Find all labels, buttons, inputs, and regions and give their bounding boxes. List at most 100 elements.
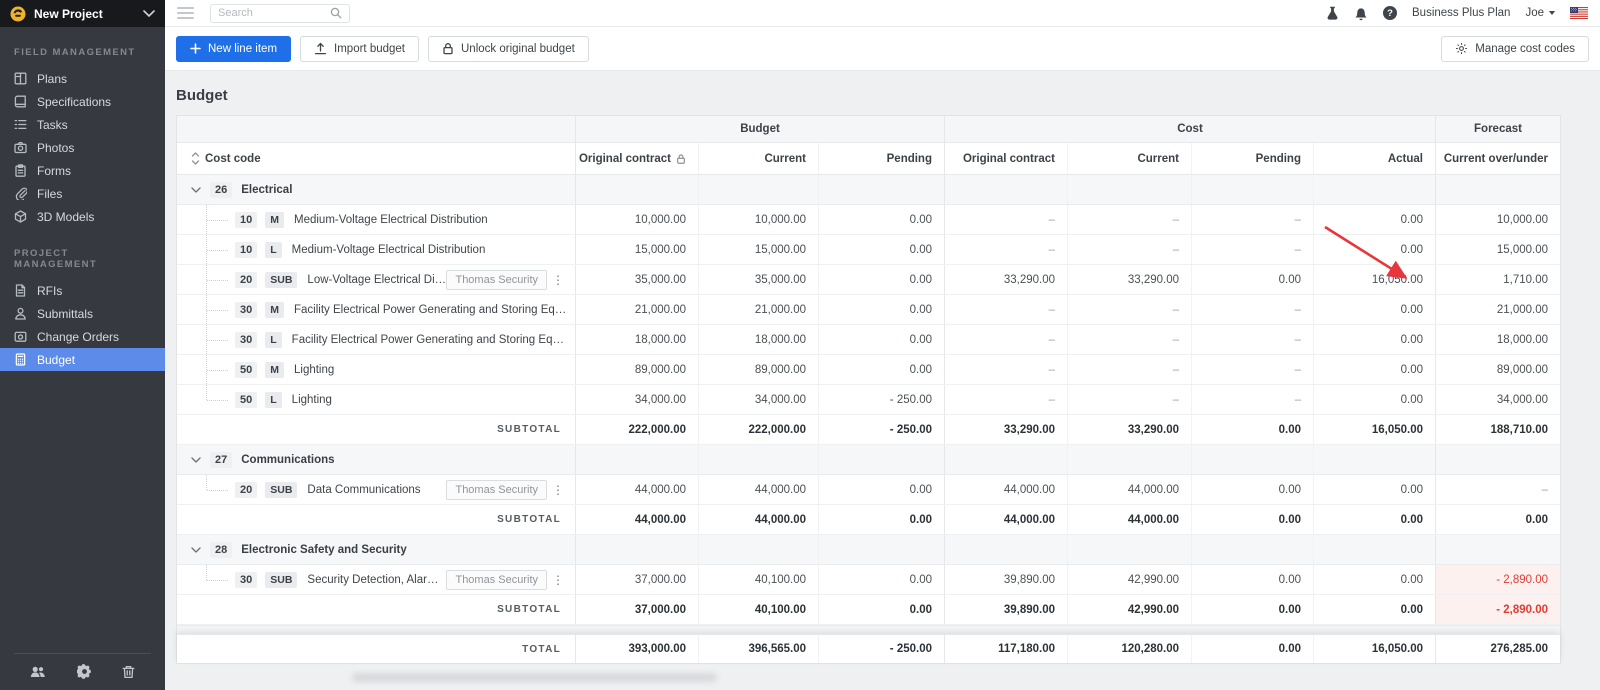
value-cell[interactable]: 44,000.00: [944, 505, 1067, 534]
column-budget-pending[interactable]: Pending: [818, 143, 944, 174]
value-cell[interactable]: 0.00: [818, 325, 944, 354]
value-cell[interactable]: 0.00: [818, 265, 944, 294]
value-cell[interactable]: 37,000.00: [575, 595, 698, 624]
value-cell[interactable]: 188,710.00: [1435, 415, 1560, 444]
value-cell[interactable]: - 2,890.00: [1435, 595, 1560, 624]
budget-line-row[interactable]: 10LMedium-Voltage Electrical Distributio…: [177, 235, 1560, 265]
value-cell[interactable]: 0.00: [1191, 565, 1313, 594]
value-cell[interactable]: 10,000.00: [698, 205, 818, 234]
manage-cost-codes-button[interactable]: Manage cost codes: [1441, 36, 1589, 62]
new-line-item-button[interactable]: New line item: [176, 36, 291, 62]
kebab-menu-icon[interactable]: ⋮: [551, 273, 565, 287]
search-input[interactable]: [218, 7, 324, 19]
sidebar-item-specifications[interactable]: Specifications: [0, 90, 165, 113]
budget-line-row[interactable]: 20SUBData CommunicationsThomas Security⋮…: [177, 475, 1560, 505]
column-cost-original-contract[interactable]: Original contract: [944, 143, 1067, 174]
value-cell[interactable]: 0.00: [1313, 205, 1435, 234]
value-cell[interactable]: 0.00: [818, 565, 944, 594]
section-header-row[interactable]: 28Electronic Safety and Security: [177, 535, 1560, 565]
value-cell[interactable]: 44,000.00: [1067, 475, 1191, 504]
value-cell[interactable]: 34,000.00: [698, 385, 818, 414]
value-cell[interactable]: 33,290.00: [944, 415, 1067, 444]
sidebar-item-3d-models[interactable]: 3D Models: [0, 205, 165, 228]
column-cost-current[interactable]: Current: [1067, 143, 1191, 174]
value-cell[interactable]: 10,000.00: [1435, 205, 1560, 234]
value-cell[interactable]: 222,000.00: [575, 415, 698, 444]
value-cell[interactable]: 120,280.00: [1067, 635, 1191, 663]
value-cell[interactable]: 18,000.00: [698, 325, 818, 354]
value-cell[interactable]: 0.00: [1191, 475, 1313, 504]
value-cell[interactable]: 40,100.00: [698, 565, 818, 594]
value-cell[interactable]: 18,000.00: [575, 325, 698, 354]
value-cell[interactable]: 21,000.00: [1435, 295, 1560, 324]
value-cell[interactable]: –: [944, 325, 1067, 354]
sidebar-item-submittals[interactable]: Submittals: [0, 302, 165, 325]
value-cell[interactable]: 0.00: [1191, 265, 1313, 294]
flask-icon[interactable]: [1326, 6, 1339, 21]
project-switcher[interactable]: New Project: [0, 0, 165, 27]
value-cell[interactable]: –: [1067, 355, 1191, 384]
plan-label[interactable]: Business Plus Plan: [1412, 7, 1510, 19]
section-header-row[interactable]: 26Electrical: [177, 175, 1560, 205]
value-cell[interactable]: –: [944, 385, 1067, 414]
value-cell[interactable]: 15,000.00: [575, 235, 698, 264]
value-cell[interactable]: 35,000.00: [698, 265, 818, 294]
value-cell[interactable]: 0.00: [818, 595, 944, 624]
value-cell[interactable]: 0.00: [1191, 595, 1313, 624]
value-cell[interactable]: 393,000.00: [575, 635, 698, 663]
chevron-down-icon[interactable]: [191, 187, 201, 193]
value-cell[interactable]: –: [1191, 205, 1313, 234]
column-forecast-current-over-under[interactable]: Current over/under: [1435, 143, 1560, 174]
column-budget-current[interactable]: Current: [698, 143, 818, 174]
value-cell[interactable]: 44,000.00: [698, 475, 818, 504]
help-icon[interactable]: [1383, 6, 1397, 20]
value-cell[interactable]: –: [1067, 235, 1191, 264]
search-icon[interactable]: [330, 7, 342, 19]
value-cell[interactable]: 0.00: [1313, 595, 1435, 624]
value-cell[interactable]: 89,000.00: [1435, 355, 1560, 384]
value-cell[interactable]: 222,000.00: [698, 415, 818, 444]
import-budget-button[interactable]: Import budget: [300, 36, 419, 62]
value-cell[interactable]: 33,290.00: [1067, 265, 1191, 294]
value-cell[interactable]: –: [1067, 325, 1191, 354]
value-cell[interactable]: 0.00: [1313, 475, 1435, 504]
value-cell[interactable]: –: [944, 205, 1067, 234]
sort-icon[interactable]: [191, 152, 200, 165]
value-cell[interactable]: 0.00: [1191, 415, 1313, 444]
value-cell[interactable]: 15,000.00: [698, 235, 818, 264]
value-cell[interactable]: 44,000.00: [944, 475, 1067, 504]
value-cell[interactable]: 117,180.00: [944, 635, 1067, 663]
value-cell[interactable]: 37,000.00: [575, 565, 698, 594]
value-cell[interactable]: 0.00: [1313, 385, 1435, 414]
value-cell[interactable]: 16,050.00: [1313, 415, 1435, 444]
value-cell[interactable]: 0.00: [1313, 505, 1435, 534]
value-cell[interactable]: 0.00: [1313, 355, 1435, 384]
value-cell[interactable]: 89,000.00: [575, 355, 698, 384]
value-cell[interactable]: 33,290.00: [944, 265, 1067, 294]
value-cell[interactable]: –: [1435, 475, 1560, 504]
budget-line-row[interactable]: 30LFacility Electrical Power Generating …: [177, 325, 1560, 355]
value-cell[interactable]: 40,100.00: [698, 595, 818, 624]
value-cell[interactable]: 0.00: [818, 505, 944, 534]
chevron-down-icon[interactable]: [191, 547, 201, 553]
value-cell[interactable]: 0.00: [1435, 505, 1560, 534]
value-cell[interactable]: 0.00: [818, 235, 944, 264]
kebab-menu-icon[interactable]: ⋮: [551, 573, 565, 587]
value-cell[interactable]: 39,890.00: [944, 565, 1067, 594]
value-cell[interactable]: 44,000.00: [698, 505, 818, 534]
value-cell[interactable]: 42,990.00: [1067, 565, 1191, 594]
value-cell[interactable]: 0.00: [1191, 635, 1313, 663]
value-cell[interactable]: 44,000.00: [1067, 505, 1191, 534]
budget-line-row[interactable]: 10MMedium-Voltage Electrical Distributio…: [177, 205, 1560, 235]
column-cost-actual[interactable]: Actual: [1313, 143, 1435, 174]
value-cell[interactable]: 16,050.00: [1313, 635, 1435, 663]
search-box[interactable]: [210, 4, 350, 23]
value-cell[interactable]: –: [1191, 355, 1313, 384]
budget-line-row[interactable]: 30SUBSecurity Detection, Alarm, and Moni…: [177, 565, 1560, 595]
value-cell[interactable]: 21,000.00: [575, 295, 698, 324]
users-icon[interactable]: [30, 665, 46, 679]
value-cell[interactable]: 0.00: [818, 205, 944, 234]
unlock-original-budget-button[interactable]: Unlock original budget: [428, 36, 589, 62]
value-cell[interactable]: 0.00: [818, 475, 944, 504]
value-cell[interactable]: 18,000.00: [1435, 325, 1560, 354]
